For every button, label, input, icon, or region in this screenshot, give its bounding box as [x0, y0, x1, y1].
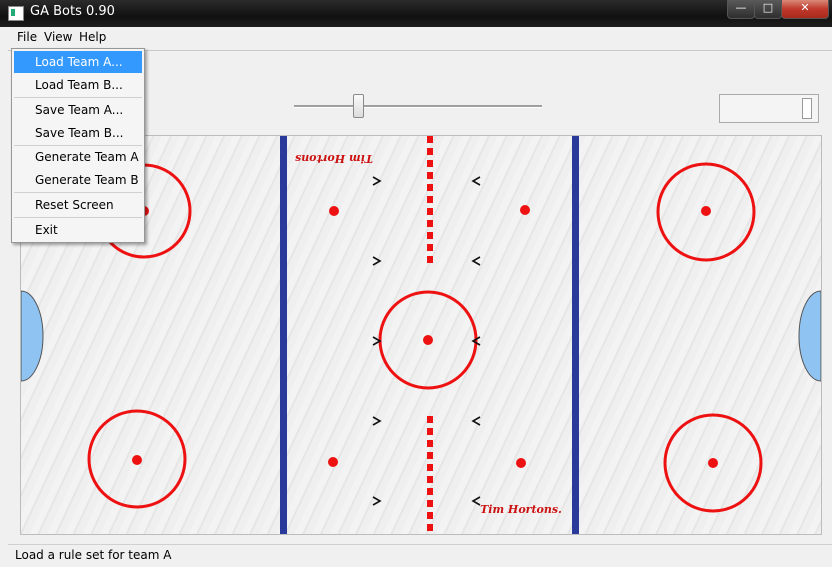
speed-slider-thumb[interactable]: [352, 94, 364, 118]
file-menu-dropdown: Load Team A... Load Team B... Save Team …: [11, 48, 145, 243]
center-dot: [423, 335, 433, 345]
speed-field[interactable]: [719, 94, 819, 123]
menu-separator: [14, 217, 142, 218]
right-blue-line: [572, 136, 579, 534]
menu-help[interactable]: Help: [79, 30, 106, 44]
faceoff-dot: [132, 455, 142, 465]
sponsor-logo-top: Tim Hortons: [295, 152, 373, 165]
faceoff-dot: [701, 206, 711, 216]
spin-button[interactable]: [802, 98, 812, 119]
menu-load-team-a[interactable]: Load Team A...: [14, 51, 142, 73]
maximize-button[interactable]: □: [754, 0, 782, 19]
left-goal-crease: [20, 290, 44, 382]
left-blue-line: [280, 136, 287, 534]
menu-bar: File View Help: [8, 27, 832, 49]
status-bar: Load a rule set for team A: [8, 544, 832, 567]
right-goal-crease: [798, 290, 822, 382]
bot-b: [471, 176, 481, 186]
window-title: GA Bots 0.90: [30, 4, 115, 19]
team-a-bots: [372, 176, 382, 506]
menu-save-team-a[interactable]: Save Team A...: [14, 99, 142, 121]
menu-exit[interactable]: Exit: [14, 219, 142, 241]
bot-b: [471, 496, 481, 506]
status-text: Load a rule set for team A: [15, 548, 172, 562]
bot-a: [372, 176, 382, 186]
title-bar: GA Bots 0.90 — □ ✕: [0, 0, 832, 27]
menu-separator: [14, 97, 142, 98]
sponsor-logo-bottom: Tim Hortons.: [480, 503, 562, 516]
menu-save-team-b[interactable]: Save Team B...: [14, 122, 142, 144]
menu-generate-team-b[interactable]: Generate Team B: [14, 169, 142, 191]
bot-b: [471, 256, 481, 266]
menu-view[interactable]: View: [44, 30, 72, 44]
faceoff-dot: [520, 205, 530, 215]
menu-separator: [14, 192, 142, 193]
menu-generate-team-a[interactable]: Generate Team A: [14, 146, 142, 168]
faceoff-dot: [329, 206, 339, 216]
speed-slider-track[interactable]: [294, 105, 542, 108]
faceoff-dot: [516, 458, 526, 468]
menu-file[interactable]: File: [17, 30, 37, 44]
bot-b: [471, 416, 481, 426]
menu-reset-screen[interactable]: Reset Screen: [14, 194, 142, 216]
faceoff-dot: [708, 458, 718, 468]
minimize-button[interactable]: —: [727, 0, 755, 19]
app-icon: [8, 6, 24, 21]
menu-load-team-b[interactable]: Load Team B...: [14, 74, 142, 96]
faceoff-dot: [328, 457, 338, 467]
bot-a: [372, 416, 382, 426]
bot-a: [372, 496, 382, 506]
close-button[interactable]: ✕: [781, 0, 829, 19]
bot-a: [372, 256, 382, 266]
